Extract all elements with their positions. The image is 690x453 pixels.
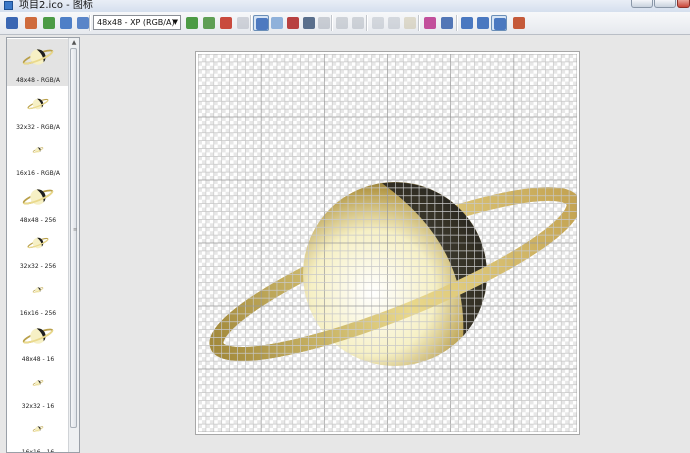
window-title: 项目2.ico - 图标 [19,0,93,11]
format-thumbnail[interactable]: 48x48 - 16 [7,318,69,365]
format-list[interactable]: 48x48 - RGB/A 32x32 - RGB/A 16x16 - RGB/A 4… [6,37,80,453]
save-icon[interactable] [4,15,20,31]
sidebar-scrollbar[interactable]: ▲ ≡ [68,38,79,452]
format-label: 48x48 - RGB/A [16,77,60,84]
pixel-editor[interactable] [198,54,577,432]
saturn-icon [22,188,54,205]
format-label: 16x16 - RGB/A [16,170,60,177]
format-select-value: 48x48 - XP (RGB/A) [97,18,175,27]
format-thumbnail[interactable]: 32x32 - 16 [7,365,69,412]
saturn-icon [27,98,49,109]
new-image-icon[interactable] [23,15,39,31]
close-button[interactable] [677,0,690,8]
scroll-thumb[interactable]: ≡ [70,48,77,428]
format-thumbnail[interactable]: 32x32 - 256 [7,225,69,272]
saturn-icon [32,147,44,153]
format-label: 32x32 - 16 [21,402,55,410]
saturn-icon [32,426,44,432]
saturn-icon [32,286,44,293]
format-select[interactable]: 48x48 - XP (RGB/A) ▼ [93,15,181,30]
format-thumbnail[interactable]: 16x16 - RGB/A [7,132,69,179]
format-label: 16x16 - 256 [19,309,57,317]
format-thumbnail[interactable]: 48x48 - 256 [7,179,69,226]
minimize-button[interactable] [631,0,653,8]
format-label: 48x48 - 256 [19,216,57,224]
format-label: 32x32 - 256 [19,263,57,270]
saturn-icon [22,49,54,65]
icon-canvas[interactable] [195,51,580,435]
grip-icon: ≡ [73,227,78,233]
maximize-button[interactable] [654,0,676,8]
saturn-icon [27,237,49,249]
toolbar-separator [89,15,91,31]
app-icon [4,1,13,10]
format-thumbnail[interactable]: 32x32 - RGB/A [7,86,69,133]
export-icon[interactable] [58,15,74,31]
scroll-up-arrow[interactable]: ▲ [69,38,79,47]
format-thumbnail[interactable]: 16x16 - 16 [7,411,69,453]
format-label: 48x48 - 16 [21,356,55,363]
saturn-icon [22,328,54,344]
format-thumbnail[interactable]: 48x48 - RGB/A [7,39,69,86]
import-icon[interactable] [41,15,57,31]
format-label: 32x32 - RGB/A [16,123,60,131]
chevron-down-icon[interactable]: ▼ [173,18,178,27]
saturn-icon [32,379,44,386]
format-thumbnail[interactable]: 16x16 - 256 [7,272,69,319]
format-label: 16x16 - 16 [21,449,55,453]
